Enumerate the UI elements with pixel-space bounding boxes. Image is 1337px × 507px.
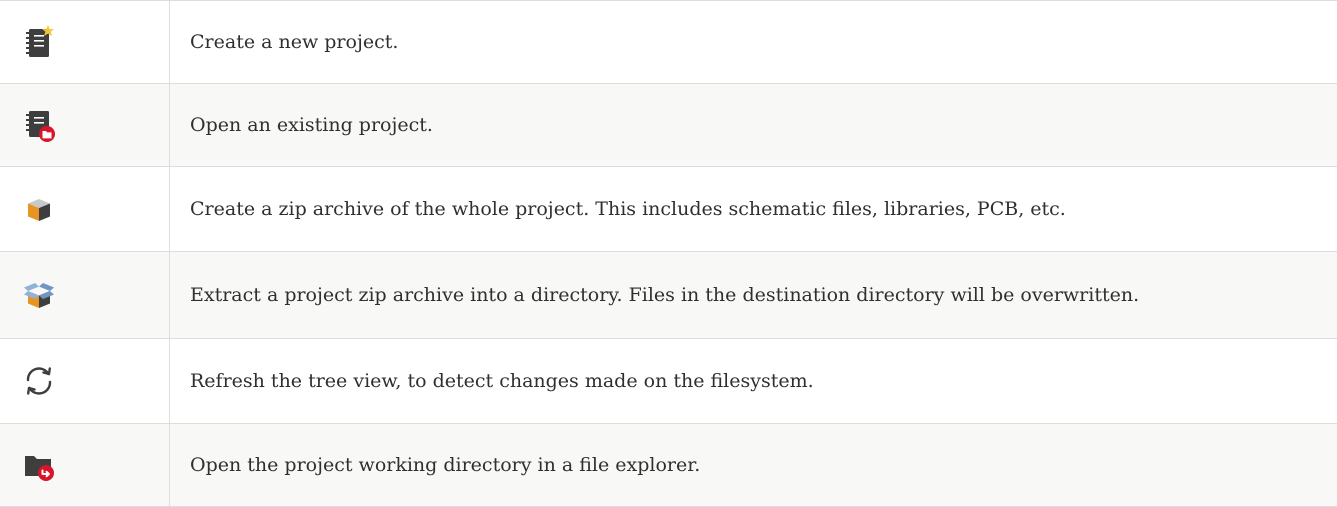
description-cell: Open the project working directory in a … [170, 424, 1337, 507]
icon-cell [0, 339, 170, 424]
new-project-icon [21, 24, 57, 60]
icon-cell [0, 424, 170, 507]
table-row: Refresh the tree view, to detect changes… [0, 339, 1337, 424]
description-cell: Create a zip archive of the whole projec… [170, 167, 1337, 252]
description-cell: Open an existing project. [170, 84, 1337, 167]
icon-cell [0, 84, 170, 167]
unarchive-project-icon [21, 277, 57, 313]
refresh-icon [21, 363, 57, 399]
open-working-directory-icon [21, 447, 57, 483]
description-cell: Extract a project zip archive into a dir… [170, 252, 1337, 339]
description-cell: Create a new project. [170, 1, 1337, 84]
table-row: Open an existing project. [0, 84, 1337, 167]
project-actions-table: Create a new project. [0, 0, 1337, 507]
icon-cell [0, 252, 170, 339]
open-project-icon [21, 107, 57, 143]
table-row: Create a new project. [0, 1, 1337, 84]
archive-project-icon [21, 191, 57, 227]
table-row: Create a zip archive of the whole projec… [0, 167, 1337, 252]
table-row: Open the project working directory in a … [0, 424, 1337, 507]
icon-cell [0, 1, 170, 84]
table-row: Extract a project zip archive into a dir… [0, 252, 1337, 339]
icon-cell [0, 167, 170, 252]
description-cell: Refresh the tree view, to detect changes… [170, 339, 1337, 424]
